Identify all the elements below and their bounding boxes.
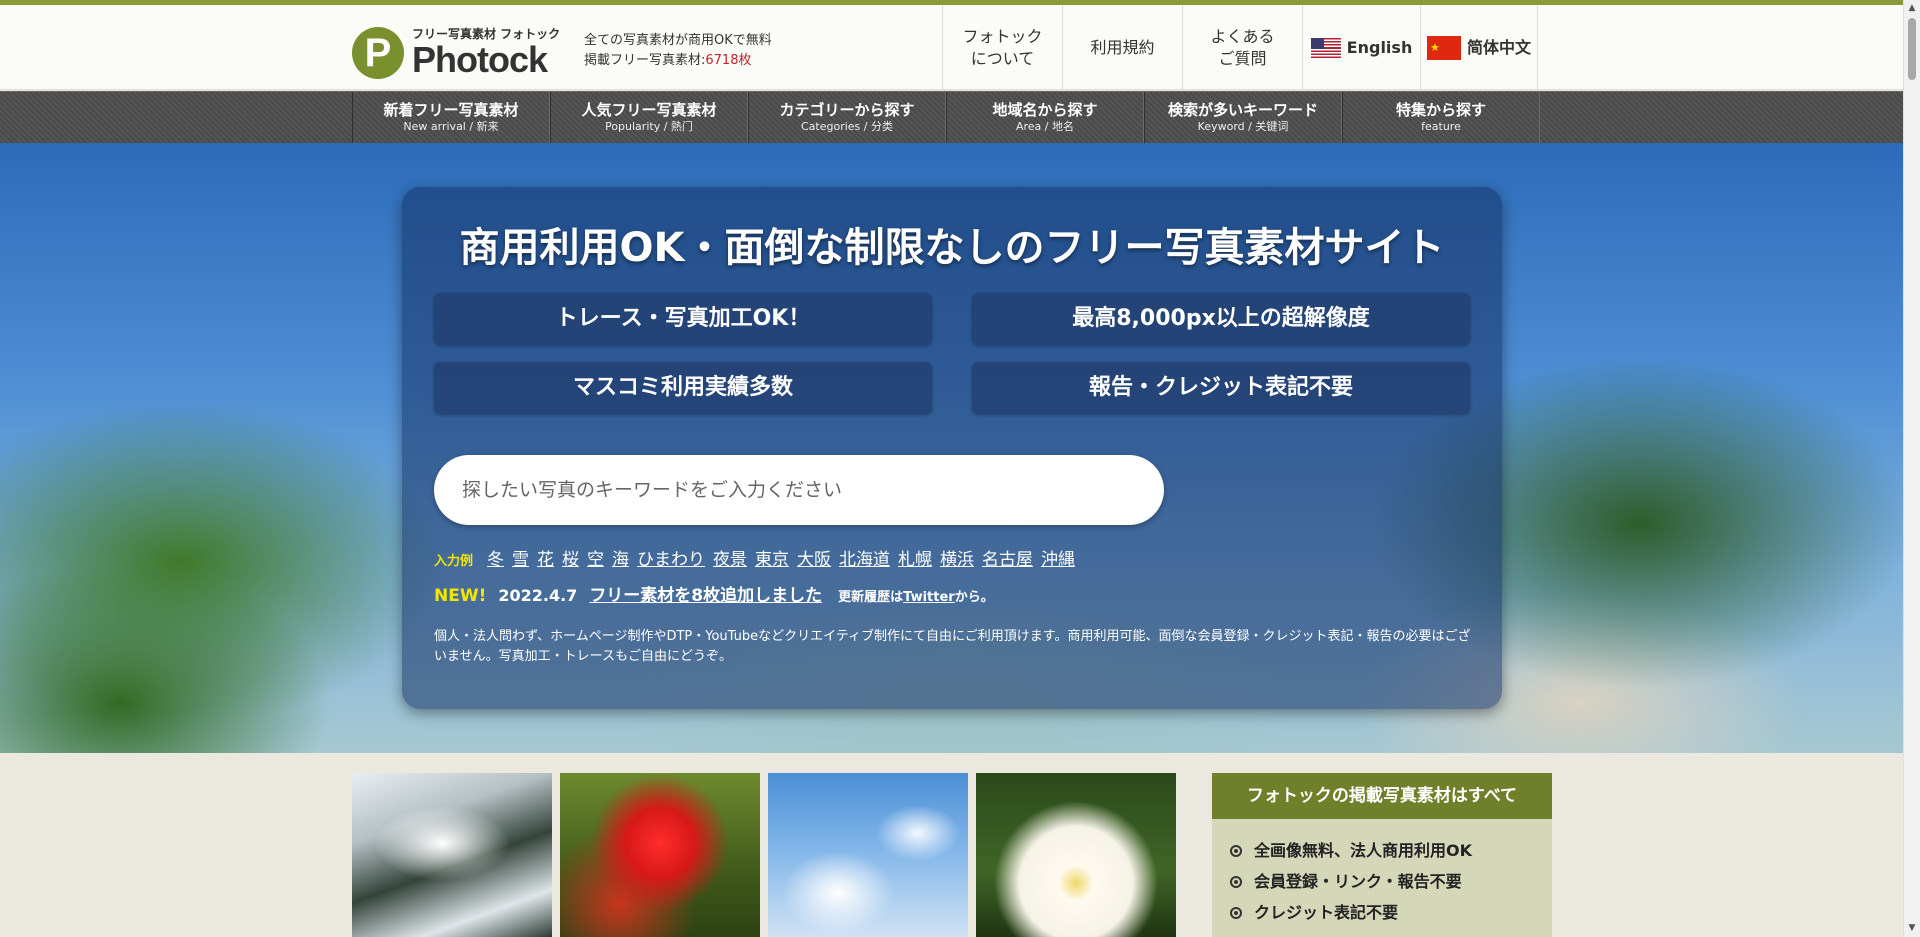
feature-trace-ok: トレース・写真加工OK！	[434, 293, 932, 345]
logo-mark: P	[352, 27, 404, 79]
catnav-new-arrival[interactable]: 新着フリー写真素材 New arrival / 新来	[352, 92, 550, 144]
news-line: NEW! 2022.4.7 フリー素材を8枚追加しました 更新履歴はTwitte…	[434, 581, 994, 606]
us-flag-icon	[1310, 37, 1341, 58]
bullet-icon	[1230, 875, 1242, 888]
bullet-icon	[1230, 844, 1242, 857]
site-header: P フリー写真素材 フォトック Photock 全ての写真素材が商用OKで無料 …	[0, 5, 1920, 90]
feature-media-use: マスコミ利用実績多数	[434, 362, 932, 414]
example-keyword[interactable]: 北海道	[839, 545, 890, 570]
hero-panel: 商用利用OK・面倒な制限なしのフリー写真素材サイト トレース・写真加工OK！ 最…	[402, 187, 1502, 709]
example-keyword[interactable]: 花	[537, 545, 554, 570]
sidebar-heading: フォトックの掲載写真素材はすべて	[1212, 773, 1552, 819]
sidebar-list-item: 全画像無料、法人商用利用OK	[1230, 835, 1552, 866]
catnav-label: カテゴリーから探す	[779, 101, 915, 119]
catnav-feature[interactable]: 特集から探す feature	[1342, 92, 1540, 144]
feature-no-credit: 報告・クレジット表記不要	[972, 362, 1470, 414]
catnav-sublabel: feature	[1421, 120, 1461, 133]
catnav-area[interactable]: 地域名から探す Area / 地名	[946, 92, 1144, 144]
search-box	[434, 455, 1164, 525]
sidebar-item-text: クレジット表記不要	[1254, 903, 1399, 922]
lang-chinese[interactable]: 简体中文	[1420, 5, 1538, 90]
scrollbar-thumb[interactable]	[1908, 18, 1916, 80]
search-input[interactable]	[434, 455, 1164, 525]
keyword-examples: 入力例 冬 雪 花 桜 空 海 ひまわり 夜景 東京 大阪 北海道 札幌 横浜 …	[434, 545, 1075, 570]
page-scrollbar[interactable]: ▲ ▼	[1903, 0, 1920, 937]
example-keyword[interactable]: 空	[587, 545, 604, 570]
catnav-sublabel: Area / 地名	[1015, 120, 1074, 133]
catnav-label: 検索が多いキーワード	[1167, 101, 1318, 119]
sidebar-list-item: クレジット表記不要	[1230, 897, 1552, 928]
news-headline-link[interactable]: フリー素材を8枚追加しました	[589, 581, 822, 606]
thumbnail-red-flower[interactable]	[560, 773, 760, 937]
photo-count: 6718枚	[705, 53, 752, 68]
thumbnail-snow[interactable]	[352, 773, 552, 937]
china-flag-icon	[1426, 35, 1461, 60]
update-history-prefix: 更新履歴は	[838, 590, 904, 605]
scroll-up-arrow-icon[interactable]: ▲	[1904, 0, 1920, 17]
sidebar-item-text: 会員登録・リンク・報告不要	[1254, 872, 1462, 891]
catnav-sublabel: Popularity / 熱门	[605, 120, 693, 133]
features-sidebar: フォトックの掲載写真素材はすべて 全画像無料、法人商用利用OK 会員登録・リンク…	[1212, 773, 1552, 937]
example-keyword[interactable]: 沖縄	[1041, 545, 1075, 570]
site-description: 個人・法人問わず、ホームページ制作やDTP・YouTubeなどクリエイティブ制作…	[434, 629, 1471, 664]
logo-name: Photock	[412, 39, 548, 80]
site-logo[interactable]: P フリー写真素材 フォトック Photock	[352, 23, 564, 81]
example-keyword[interactable]: 雪	[512, 545, 529, 570]
lang-english-label: English	[1346, 37, 1413, 57]
hero-banner: 商用利用OK・面倒な制限なしのフリー写真素材サイト トレース・写真加工OK！ 最…	[0, 143, 1920, 753]
twitter-link[interactable]: Twitter	[903, 590, 955, 605]
news-badge: NEW!	[434, 586, 487, 606]
update-history-suffix: から。	[954, 590, 994, 605]
lang-chinese-label: 简体中文	[1466, 37, 1531, 57]
update-history: 更新履歴はTwitterから。	[838, 586, 994, 605]
catnav-categories[interactable]: カテゴリーから探す Categories / 分类	[748, 92, 946, 144]
sidebar-list-item: 会員登録・リンク・報告不要	[1230, 866, 1552, 897]
nav-faq[interactable]: よくある ご質問	[1182, 5, 1302, 90]
catnav-label: 新着フリー写真素材	[383, 101, 519, 119]
catnav-label: 特集から探す	[1395, 101, 1486, 119]
example-keyword[interactable]: 海	[612, 545, 629, 570]
category-nav: 新着フリー写真素材 New arrival / 新来 人気フリー写真素材 Pop…	[0, 91, 1920, 144]
hero-title: 商用利用OK・面倒な制限なしのフリー写真素材サイト	[459, 225, 1445, 271]
catnav-popularity[interactable]: 人気フリー写真素材 Popularity / 熱门	[550, 92, 748, 144]
example-keyword[interactable]: 桜	[562, 545, 579, 570]
bullet-icon	[1230, 906, 1242, 919]
examples-label: 入力例	[434, 554, 474, 569]
example-keyword[interactable]: 名古屋	[982, 545, 1033, 570]
photo-count-label: 掲載フリー写真素材:	[584, 53, 706, 68]
lang-english[interactable]: English	[1302, 5, 1420, 90]
sidebar-item-text: 全画像無料、法人商用利用OK	[1254, 841, 1473, 860]
site-tagline: 全ての写真素材が商用OKで無料 掲載フリー写真素材:6718枚	[584, 31, 772, 71]
nav-about[interactable]: フォトック について	[942, 5, 1062, 90]
catnav-label: 地域名から探す	[992, 101, 1098, 119]
example-keyword[interactable]: 夜景	[713, 545, 747, 570]
feature-high-resolution: 最高8,000px以上の超解像度	[972, 293, 1470, 345]
example-keyword[interactable]: 冬	[487, 545, 504, 570]
catnav-keyword[interactable]: 検索が多いキーワード Keyword / 关键词	[1144, 92, 1342, 144]
example-keyword[interactable]: ひまわり	[637, 545, 705, 570]
photo-thumbnails	[352, 773, 1176, 937]
thumbnail-white-flower[interactable]	[976, 773, 1176, 937]
nav-terms[interactable]: 利用規約	[1062, 5, 1182, 90]
example-keyword[interactable]: 札幌	[898, 545, 932, 570]
scroll-down-arrow-icon[interactable]: ▼	[1904, 920, 1920, 937]
news-date: 2022.4.7	[498, 586, 578, 605]
header-nav: フォトック について 利用規約 よくある ご質問 English 简体中文	[942, 5, 1538, 90]
catnav-sublabel: New arrival / 新来	[403, 120, 499, 133]
catnav-sublabel: Categories / 分类	[801, 120, 893, 133]
thumbnail-sky[interactable]	[768, 773, 968, 937]
catnav-sublabel: Keyword / 关键词	[1197, 120, 1289, 133]
example-keyword[interactable]: 大阪	[797, 545, 831, 570]
tagline-line2: 掲載フリー写真素材:6718枚	[584, 51, 772, 71]
tagline-line1: 全ての写真素材が商用OKで無料	[584, 33, 772, 48]
catnav-label: 人気フリー写真素材	[581, 101, 717, 119]
example-keyword[interactable]: 東京	[755, 545, 789, 570]
sidebar-list: 全画像無料、法人商用利用OK 会員登録・リンク・報告不要 クレジット表記不要	[1212, 819, 1552, 928]
example-keyword[interactable]: 横浜	[940, 545, 974, 570]
